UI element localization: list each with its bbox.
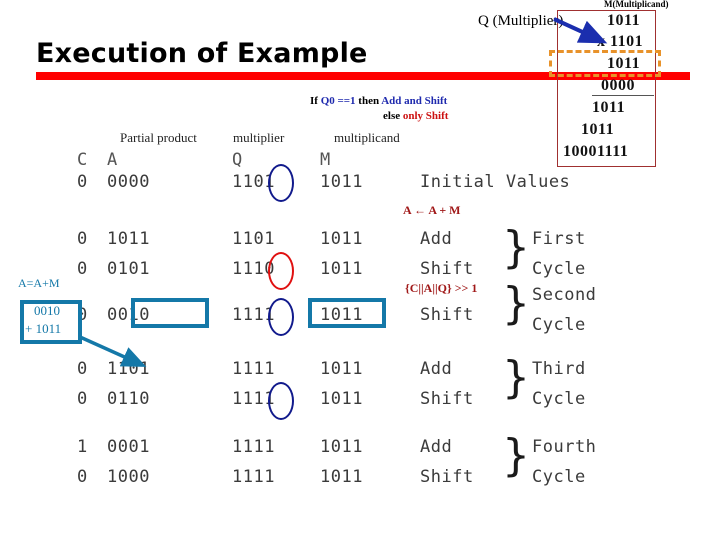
table-row-operation: Shift (420, 259, 474, 279)
q0-highlight-circle-row2 (268, 252, 294, 290)
q0-highlight-circle-row5 (268, 382, 294, 420)
cond-add-shift-text: Add and Shift (381, 95, 448, 107)
cycle-label: First (532, 229, 586, 249)
table-row: 0 (77, 229, 88, 249)
table-row: 1111 (232, 359, 275, 379)
table-row-operation: Shift (420, 467, 474, 487)
cycle-label: Cycle (532, 259, 586, 279)
table-row: 0000 (107, 172, 150, 192)
table-row: 1011 (320, 172, 363, 192)
table-row: 0110 (107, 389, 150, 409)
table-row: 0101 (107, 259, 150, 279)
caption-multiplier: multiplier (233, 130, 285, 145)
table-row-operation: Add (420, 359, 453, 379)
cycle-label: Cycle (532, 467, 586, 487)
condition-line-2: else only Shift (383, 110, 448, 122)
mult-row-3: 0000 (601, 77, 635, 94)
cycle-label: Third (532, 359, 586, 379)
aam-label: A=A+M (18, 276, 60, 290)
aam-value-m: + 1011 (25, 321, 62, 336)
table-row: 1011 (320, 359, 363, 379)
highlight-box-m-value (308, 298, 386, 328)
multiplicand-label: M(Multiplicand) (604, 0, 669, 9)
table-header-c: C (77, 150, 88, 170)
brace-first-cycle: } (502, 222, 530, 273)
table-header-q: Q (232, 150, 243, 170)
table-row: 1011 (320, 389, 363, 409)
table-row: 0 (77, 389, 88, 409)
annotation-shift-expression: {C||A||Q} >> 1 (405, 281, 478, 295)
cycle-label: Second (532, 285, 597, 305)
annotation-a-gets-a-plus-m: A ← A + M (403, 203, 461, 217)
brace-second-cycle: } (502, 278, 530, 329)
mult-sum-rule (592, 95, 654, 96)
table-row: 1101 (232, 229, 275, 249)
highlight-dashed-box (549, 50, 661, 77)
table-row: 0 (77, 259, 88, 279)
page-title: Execution of Example (36, 38, 368, 69)
q0-highlight-circle-row3 (268, 298, 294, 336)
table-row: 0 (77, 467, 88, 487)
table-row: 1011 (320, 467, 363, 487)
table-header-a: A (107, 150, 118, 170)
table-row: 1011 (320, 437, 363, 457)
condition-line-1: If Q0 ==1 then Add and Shift (310, 95, 447, 107)
q0-highlight-circle-row0 (268, 164, 294, 202)
mult-row-4: 1011 (592, 99, 626, 116)
cond-then-text: then (355, 95, 382, 107)
highlight-box-a-value (131, 298, 209, 328)
arrow-icon (79, 335, 147, 367)
table-row-operation: Add (420, 437, 453, 457)
table-row-operation: Add (420, 229, 453, 249)
brace-third-cycle: } (502, 352, 530, 403)
mult-row-5: 1011 (581, 121, 615, 138)
cycle-label: Fourth (532, 437, 597, 457)
table-row: 1111 (232, 467, 275, 487)
aam-value-a: 0010 (34, 303, 60, 318)
table-row: 1011 (320, 259, 363, 279)
table-row: 0001 (107, 437, 150, 457)
cond-only-shift-text: only Shift (402, 110, 449, 122)
table-row: 0 (77, 172, 88, 192)
brace-fourth-cycle: } (502, 430, 530, 481)
table-row: 1111 (232, 437, 275, 457)
table-row: 1011 (107, 229, 150, 249)
table-row-operation: Shift (420, 305, 474, 325)
cond-if-text: If (310, 95, 321, 107)
cond-else-text: else (383, 110, 403, 122)
cycle-label: Cycle (532, 315, 586, 335)
table-row: 1011 (320, 229, 363, 249)
cond-q0-text: Q0 ==1 (320, 95, 356, 107)
table-row-operation: Shift (420, 389, 474, 409)
caption-multiplicand: multiplicand (334, 130, 400, 145)
mult-row-6-result: 10001111 (563, 143, 629, 160)
table-row: 1000 (107, 467, 150, 487)
table-row: 1 (77, 437, 88, 457)
cycle-label: Cycle (532, 389, 586, 409)
table-header-m: M (320, 150, 331, 170)
table-row-operation: Initial Values (420, 172, 571, 192)
q-multiplier-callout-label: Q (Multiplier) (478, 13, 564, 29)
arrow-icon (553, 17, 608, 44)
caption-partial-product: Partial product (120, 130, 197, 145)
